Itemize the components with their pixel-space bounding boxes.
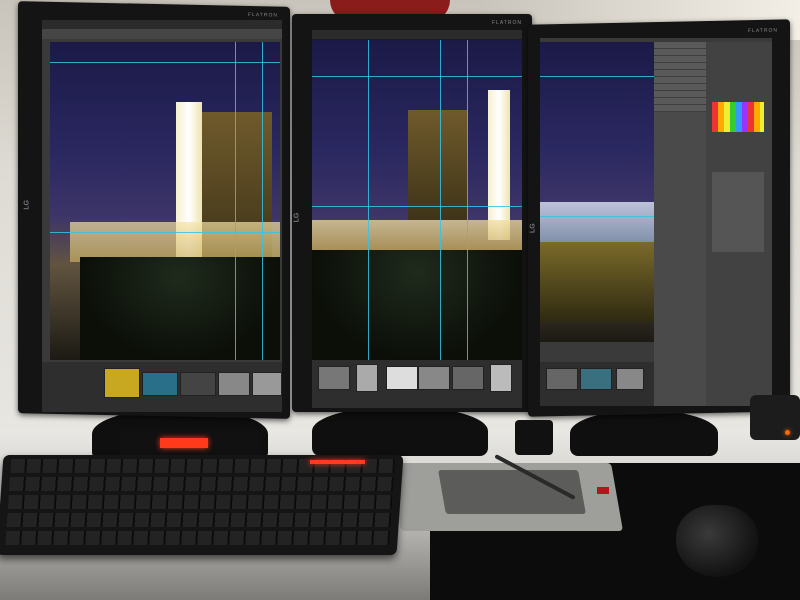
thumbnail[interactable]	[180, 372, 216, 396]
guide-line	[312, 206, 522, 207]
status-led	[785, 430, 790, 435]
building	[540, 242, 654, 322]
filmstrip	[312, 360, 522, 408]
thumbnail[interactable]	[452, 366, 484, 390]
thumbnail[interactable]	[616, 368, 644, 390]
keyboard-display	[310, 460, 365, 464]
remote	[515, 420, 553, 455]
panel-row[interactable]	[654, 70, 706, 77]
guide-line	[50, 62, 280, 63]
canvas-photo	[540, 42, 654, 342]
middle-monitor-brand: FLATRON	[492, 20, 522, 26]
panel-row[interactable]	[654, 84, 706, 91]
right-monitor-brand: FLATRON	[748, 27, 778, 35]
key-row[interactable]	[7, 495, 393, 509]
thumbnail[interactable]	[546, 368, 578, 390]
middle-monitor-logo: LG	[293, 212, 301, 223]
guide-line	[368, 40, 369, 360]
middle-screen	[312, 30, 522, 408]
guide-line	[312, 76, 522, 77]
canvas-photo	[312, 40, 522, 360]
thumbnail[interactable]	[386, 366, 418, 390]
panel-row[interactable]	[654, 98, 706, 105]
guide-line	[540, 216, 654, 217]
thumbnail[interactable]	[318, 366, 350, 390]
left-monitor-logo: LG	[23, 199, 31, 210]
panel-row[interactable]	[654, 56, 706, 63]
panel-row[interactable]	[654, 42, 706, 49]
building	[408, 110, 468, 220]
adjustments-panel	[706, 42, 772, 406]
guide-line	[50, 232, 280, 233]
left-screen	[42, 20, 282, 412]
swatches[interactable]	[712, 102, 764, 132]
trees	[312, 250, 522, 360]
key-row[interactable]	[5, 531, 391, 545]
city-lights	[540, 202, 654, 242]
filmstrip	[540, 362, 654, 406]
thumbnail[interactable]	[142, 372, 178, 396]
lcd-display	[160, 438, 208, 448]
thumbnail[interactable]	[580, 368, 612, 390]
guide-line	[262, 42, 263, 360]
panel-row[interactable]	[654, 49, 706, 56]
layers-panel	[712, 172, 764, 252]
key-row[interactable]	[6, 513, 392, 527]
panel-row[interactable]	[654, 77, 706, 84]
middle-monitor-stand	[312, 406, 488, 456]
thumbnail[interactable]	[356, 364, 378, 392]
thumbnail[interactable]	[104, 368, 140, 398]
panel-row[interactable]	[654, 63, 706, 70]
canvas-photo	[50, 42, 280, 360]
panel-row[interactable]	[654, 91, 706, 98]
guide-line	[540, 76, 654, 77]
red-button[interactable]	[597, 487, 609, 494]
city-lights	[70, 222, 280, 262]
right-monitor-stand	[570, 410, 718, 456]
guide-line	[440, 40, 441, 360]
key-row[interactable]	[8, 477, 394, 491]
right-screen	[540, 38, 772, 406]
webcam	[750, 395, 800, 440]
thumbnail[interactable]	[418, 366, 450, 390]
keyboard[interactable]	[0, 455, 404, 555]
trees	[80, 257, 280, 360]
menu-bar	[312, 30, 522, 40]
mouse[interactable]	[676, 505, 758, 577]
thumbnail[interactable]	[218, 372, 250, 396]
right-monitor-logo: LG	[529, 223, 537, 234]
guide-line	[467, 40, 468, 360]
thumbnail[interactable]	[490, 364, 512, 392]
left-monitor-brand: FLATRON	[248, 11, 278, 19]
lit-tower	[488, 90, 510, 240]
guide-line	[235, 42, 236, 360]
filmstrip	[42, 362, 282, 412]
layers-list-panel	[654, 42, 706, 406]
thumbnail[interactable]	[252, 372, 282, 396]
options-bar	[42, 29, 282, 39]
panel-row[interactable]	[654, 105, 706, 112]
